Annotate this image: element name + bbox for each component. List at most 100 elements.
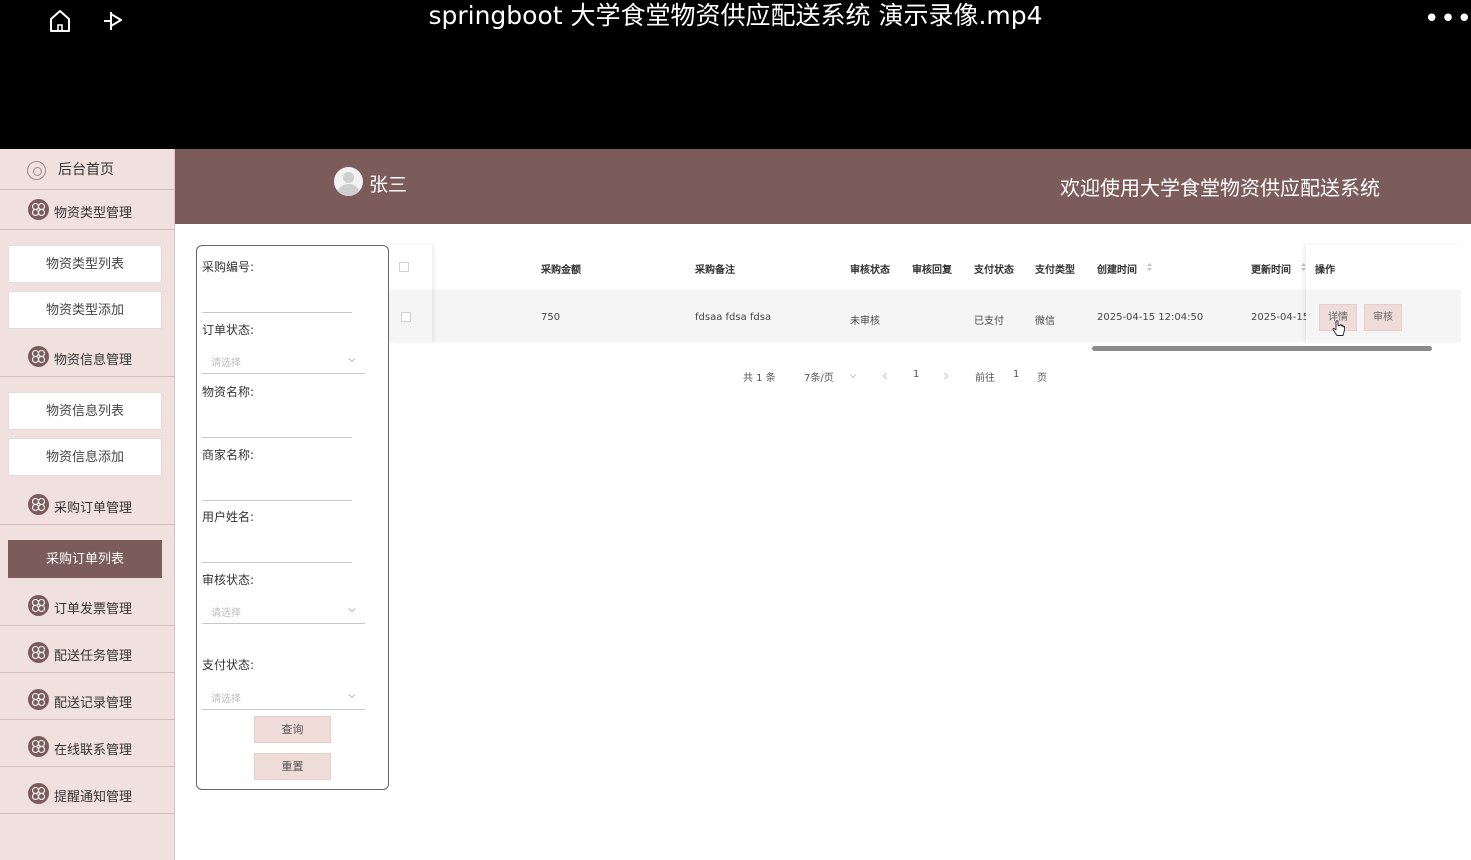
sidebar-item-home[interactable]: 后台首页 xyxy=(0,149,174,190)
actions-column: 操作 详情 审核 xyxy=(1306,245,1461,342)
reset-button[interactable]: 重置 xyxy=(254,753,331,780)
goto-suffix: 页 xyxy=(1037,373,1047,384)
table-header: 采购金额 采购备注 审核状态 审核回复 支付状态 支付类型 创建时间 更新时间 xyxy=(389,245,1461,290)
avatar[interactable] xyxy=(334,167,363,196)
sidebar-subitem-purchase-order-list[interactable]: 采购订单列表 xyxy=(8,540,162,578)
main-content: 采购编号: 订单状态: 请选择 物资名称: 商家名称: 用户姓名: 审核状态: … xyxy=(175,224,1471,860)
pagination-total: 共 1 条 xyxy=(743,373,776,384)
cell-audit-status: 未审核 xyxy=(850,316,880,327)
cell-pay-status: 已支付 xyxy=(974,316,1004,327)
clover-icon xyxy=(28,346,49,367)
actions-cell: 详情 审核 xyxy=(1306,290,1461,342)
clover-icon xyxy=(28,595,49,616)
field-label: 支付状态: xyxy=(202,658,255,672)
pay-status-select[interactable]: 请选择 xyxy=(202,684,365,710)
cell-remark: fdsaa fdsa fdsa xyxy=(695,312,772,323)
column-header: 支付状态 xyxy=(974,265,1014,276)
column-header: 采购金额 xyxy=(541,265,581,276)
field-label: 商家名称: xyxy=(202,448,255,462)
chevron-down-icon xyxy=(348,358,356,363)
column-header: 审核回复 xyxy=(912,265,952,276)
clover-icon xyxy=(28,783,49,804)
sidebar-item-invoice[interactable]: 订单发票管理 xyxy=(0,586,174,626)
sidebar-item-label: 采购订单管理 xyxy=(54,501,133,516)
purchase-no-input[interactable] xyxy=(202,312,352,313)
goto-page-input[interactable]: 1 xyxy=(1013,369,1019,389)
sidebar-subitem-material-type-add[interactable]: 物资类型添加 xyxy=(8,291,162,329)
select-all-checkbox[interactable] xyxy=(399,262,409,272)
select-placeholder: 请选择 xyxy=(211,694,241,705)
field-label: 用户姓名: xyxy=(202,510,255,524)
goto-label: 前往 xyxy=(975,373,995,384)
video-title: springboot 大学食堂物资供应配送系统 演示录像.mp4 xyxy=(428,1,1043,30)
selection-column xyxy=(389,245,432,342)
search-panel: 采购编号: 订单状态: 请选择 物资名称: 商家名称: 用户姓名: 审核状态: … xyxy=(196,245,389,790)
sidebar: 后台首页 物资类型管理 物资类型列表 物资类型添加 物资信息管理 物资信息列表 … xyxy=(0,149,175,860)
audit-button[interactable]: 审核 xyxy=(1364,304,1402,331)
query-button[interactable]: 查询 xyxy=(254,716,331,743)
sidebar-item-label: 提醒通知管理 xyxy=(54,790,133,805)
column-header[interactable]: 创建时间 xyxy=(1097,261,1137,276)
horizontal-scrollbar[interactable] xyxy=(1092,346,1432,351)
clover-icon xyxy=(28,494,49,515)
sidebar-subitem-material-info-list[interactable]: 物资信息列表 xyxy=(8,392,162,430)
column-header: 采购备注 xyxy=(695,265,735,276)
field-label: 采购编号: xyxy=(202,260,255,274)
column-header: 审核状态 xyxy=(850,265,890,276)
page-size-select[interactable]: 7条/页 xyxy=(804,369,834,389)
sidebar-item-label: 在线联系管理 xyxy=(54,743,133,758)
username: 张三 xyxy=(369,174,408,196)
merchant-name-input[interactable] xyxy=(202,500,352,501)
sidebar-item-purchase-order[interactable]: 采购订单管理 xyxy=(0,485,174,525)
row-checkbox[interactable] xyxy=(401,312,411,322)
order-status-select[interactable]: 请选择 xyxy=(202,348,365,374)
sidebar-item-label: 物资类型管理 xyxy=(54,206,133,221)
select-placeholder: 请选择 xyxy=(211,358,241,369)
sidebar-item-online-contact[interactable]: 在线联系管理 xyxy=(0,727,174,767)
clover-icon xyxy=(28,689,49,710)
selection-cell xyxy=(389,290,432,342)
sidebar-item-delivery-task[interactable]: 配送任务管理 xyxy=(0,633,174,673)
cell-updated: 2025-04-15 xyxy=(1251,312,1310,323)
welcome-text: 欢迎使用大学食堂物资供应配送系统 xyxy=(1060,176,1380,200)
chevron-down-icon[interactable] xyxy=(849,372,857,380)
prev-page-icon[interactable] xyxy=(881,371,889,381)
clover-icon xyxy=(28,199,49,220)
field-label: 物资名称: xyxy=(202,385,255,399)
clover-icon xyxy=(28,736,49,757)
sidebar-item-reminder[interactable]: 提醒通知管理 xyxy=(0,774,174,814)
video-player-topbar: springboot 大学食堂物资供应配送系统 演示录像.mp4 ••• xyxy=(0,0,1471,149)
more-options-icon[interactable]: ••• xyxy=(1424,6,1471,32)
table-row[interactable]: 750 fdsaa fdsa fdsa 未审核 已支付 微信 2025-04-1… xyxy=(389,290,1461,342)
hand-cursor-icon xyxy=(1332,320,1345,336)
cell-created: 2025-04-15 12:04:50 xyxy=(1097,312,1204,323)
sort-icon[interactable] xyxy=(1146,261,1153,273)
sidebar-item-material-info[interactable]: 物资信息管理 xyxy=(0,337,174,377)
sidebar-item-delivery-record[interactable]: 配送记录管理 xyxy=(0,680,174,720)
column-header[interactable]: 更新时间 xyxy=(1251,261,1291,276)
clover-icon xyxy=(28,642,49,663)
column-header: 操作 xyxy=(1315,265,1335,276)
material-name-input[interactable] xyxy=(202,437,352,438)
cell-pay-type: 微信 xyxy=(1035,316,1055,327)
select-placeholder: 请选择 xyxy=(211,608,241,619)
field-label: 订单状态: xyxy=(202,323,255,337)
page-number-current[interactable]: 1 xyxy=(913,369,919,389)
home-ring-icon xyxy=(27,161,46,180)
sidebar-subitem-material-type-list[interactable]: 物资类型列表 xyxy=(8,245,162,283)
chevron-down-icon xyxy=(348,694,356,699)
app-window: 后台首页 物资类型管理 物资类型列表 物资类型添加 物资信息管理 物资信息列表 … xyxy=(0,149,1471,860)
sidebar-item-label: 配送记录管理 xyxy=(54,696,133,711)
user-name-input[interactable] xyxy=(202,562,352,563)
audit-status-select[interactable]: 请选择 xyxy=(202,598,365,624)
sidebar-item-material-type[interactable]: 物资类型管理 xyxy=(0,190,174,230)
top-header: 张三 欢迎使用大学食堂物资供应配送系统 xyxy=(175,149,1471,224)
chevron-down-icon xyxy=(348,608,356,613)
next-page-icon[interactable] xyxy=(942,371,950,381)
field-label: 审核状态: xyxy=(202,573,255,587)
cell-amount: 750 xyxy=(541,312,561,323)
column-header: 支付类型 xyxy=(1035,265,1075,276)
sidebar-item-label: 物资信息管理 xyxy=(54,353,133,368)
sidebar-subitem-material-info-add[interactable]: 物资信息添加 xyxy=(8,438,162,476)
orders-table: 采购金额 采购备注 审核状态 审核回复 支付状态 支付类型 创建时间 更新时间 … xyxy=(389,245,1461,355)
